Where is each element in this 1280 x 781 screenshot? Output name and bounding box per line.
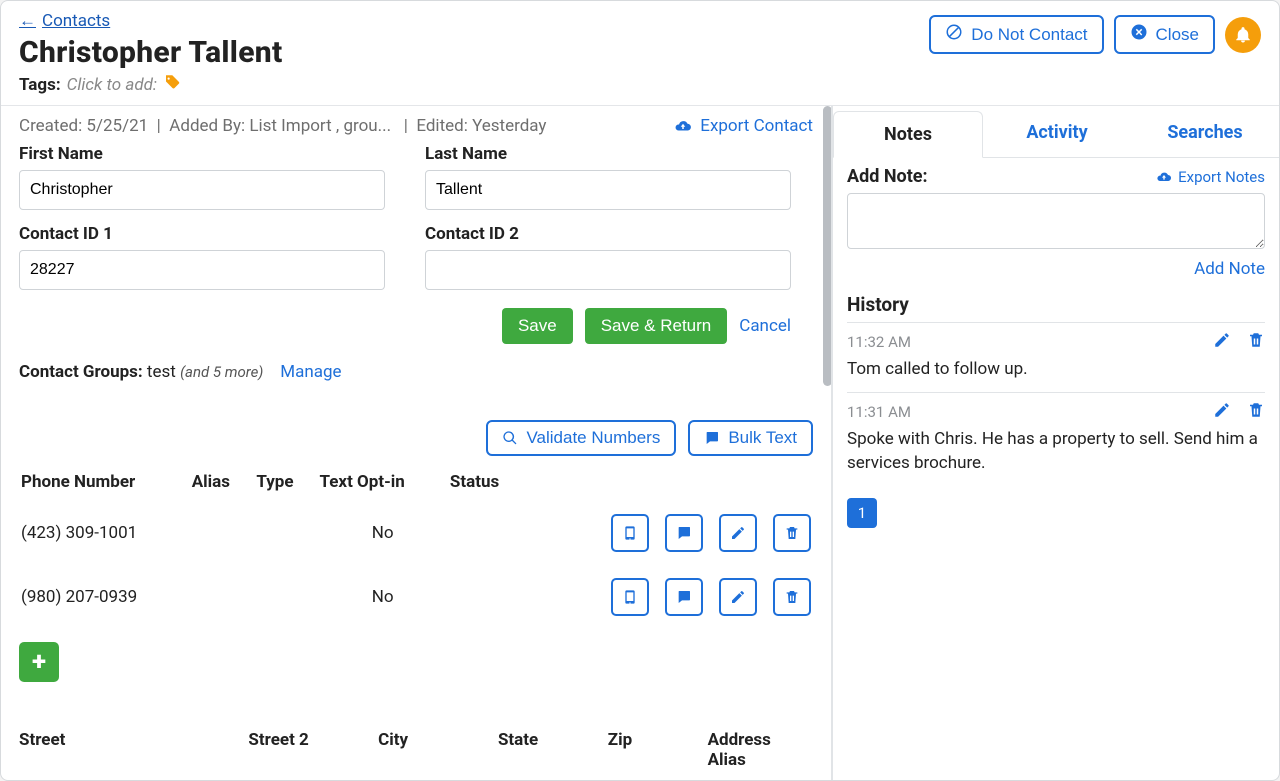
add-note-label: Add Note:	[847, 166, 928, 187]
save-button[interactable]: Save	[502, 308, 573, 344]
back-link-label: Contacts	[42, 11, 110, 31]
col-alias: Alias	[190, 466, 255, 504]
pencil-icon	[1213, 401, 1231, 419]
phone-text-button[interactable]	[665, 578, 703, 616]
history-item: 11:32 AM Tom called to follow up.	[847, 322, 1265, 392]
contact-id2-input[interactable]	[425, 250, 791, 290]
phone-call-button[interactable]	[611, 578, 649, 616]
export-notes-link[interactable]: Export Notes	[1156, 168, 1265, 186]
validate-numbers-button[interactable]: Validate Numbers	[486, 420, 676, 456]
phone-delete-button[interactable]	[773, 578, 811, 616]
tag-icon[interactable]	[163, 72, 181, 97]
scrollbar-thumb[interactable]	[823, 106, 832, 386]
trash-icon	[784, 589, 800, 605]
pencil-icon	[730, 589, 746, 605]
contact-id1-label: Contact ID 1	[19, 224, 385, 244]
page-1-button[interactable]: 1	[847, 498, 877, 528]
comment-icon	[676, 589, 692, 605]
tab-activity[interactable]: Activity	[983, 110, 1131, 157]
note-edit-button[interactable]	[1213, 401, 1231, 423]
contact-groups-more: (and 5 more)	[180, 363, 263, 381]
bulk-text-button[interactable]: Bulk Text	[688, 420, 813, 456]
trash-icon	[1247, 401, 1265, 419]
close-button[interactable]: Close	[1114, 15, 1215, 54]
bell-icon	[1234, 26, 1252, 44]
meta-text: Created: 5/25/21 | Added By: List Import…	[19, 116, 546, 136]
first-name-input[interactable]	[19, 170, 385, 210]
phone-row: (980) 207-0939 No	[19, 568, 813, 632]
first-name-label: First Name	[19, 144, 385, 164]
tab-searches[interactable]: Searches	[1131, 110, 1279, 157]
add-note-link[interactable]: Add Note	[847, 259, 1265, 279]
note-delete-button[interactable]	[1247, 401, 1265, 423]
trash-icon	[784, 525, 800, 541]
phone-call-button[interactable]	[611, 514, 649, 552]
notifications-bell-button[interactable]	[1225, 17, 1261, 53]
address-headers: Street Street 2 City State Zip Address A…	[1, 694, 831, 776]
col-status: Status	[448, 466, 528, 504]
note-textarea[interactable]	[847, 193, 1265, 249]
cloud-upload-icon	[674, 117, 692, 135]
phone-delete-button[interactable]	[773, 514, 811, 552]
phone-icon	[622, 589, 638, 605]
phone-edit-button[interactable]	[719, 578, 757, 616]
phone-icon	[622, 525, 638, 541]
note-edit-button[interactable]	[1213, 331, 1231, 353]
history-heading: History	[847, 293, 1265, 316]
save-return-button[interactable]: Save & Return	[585, 308, 728, 344]
tags-label: Tags:	[19, 75, 61, 95]
page-title: Christopher Tallent	[19, 35, 282, 70]
arrow-left-icon: ←	[19, 11, 36, 31]
trash-icon	[1247, 331, 1265, 349]
close-icon	[1130, 23, 1148, 46]
back-to-contacts-link[interactable]: ← Contacts	[19, 11, 282, 31]
do-not-contact-button[interactable]: Do Not Contact	[929, 15, 1103, 54]
add-phone-button[interactable]: +	[19, 642, 59, 682]
tags-placeholder[interactable]: Click to add:	[67, 75, 157, 95]
cloud-upload-icon	[1156, 169, 1172, 185]
history-item: 11:31 AM Spoke with Chris. He has a prop…	[847, 392, 1265, 486]
phone-table: Phone Number Alias Type Text Opt-in Stat…	[19, 466, 813, 632]
comment-icon	[704, 430, 720, 446]
manage-groups-link[interactable]: Manage	[280, 362, 341, 382]
tab-notes[interactable]: Notes	[833, 111, 983, 158]
col-type: Type	[254, 466, 317, 504]
comment-icon	[676, 525, 692, 541]
export-contact-link[interactable]: Export Contact	[674, 116, 813, 136]
note-delete-button[interactable]	[1247, 331, 1265, 353]
contact-groups-value: test	[147, 362, 176, 382]
phone-edit-button[interactable]	[719, 514, 757, 552]
col-optin: Text Opt-in	[317, 466, 447, 504]
contact-groups-label: Contact Groups:	[19, 362, 143, 382]
search-icon	[502, 430, 518, 446]
contact-id1-input[interactable]	[19, 250, 385, 290]
pencil-icon	[1213, 331, 1231, 349]
phone-text-button[interactable]	[665, 514, 703, 552]
pencil-icon	[730, 525, 746, 541]
phone-row: (423) 309-1001 No	[19, 504, 813, 568]
last-name-label: Last Name	[425, 144, 791, 164]
ban-icon	[945, 23, 963, 46]
cancel-link[interactable]: Cancel	[739, 316, 791, 336]
col-phone-number: Phone Number	[19, 466, 190, 504]
last-name-input[interactable]	[425, 170, 791, 210]
contact-id2-label: Contact ID 2	[425, 224, 791, 244]
